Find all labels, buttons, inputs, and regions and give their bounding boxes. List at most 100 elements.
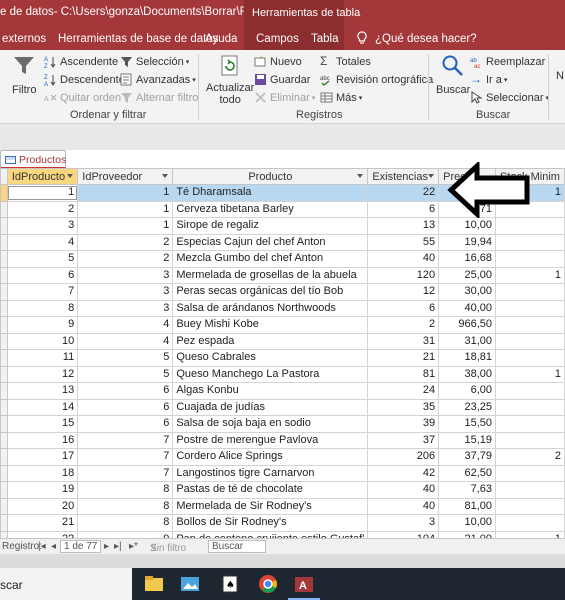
cell-producto[interactable]: Sirope de regaliz [172,217,369,235]
row-selector[interactable] [0,316,8,334]
cell-existencias[interactable]: 120 [367,266,440,284]
chevron-down-icon[interactable] [67,174,74,178]
cell-idproducto[interactable]: 3 [6,217,79,235]
taskbar-search[interactable]: scar [0,568,132,600]
cell-idproveedor[interactable]: 4 [77,316,174,334]
column-header-idproducto[interactable]: IdProducto [6,168,79,185]
cell-idproducto[interactable]: 22 [6,530,79,538]
row-selector[interactable] [0,464,8,482]
table-row[interactable]: 7 3 Peras secas orgánicas del tío Bob 12 30,… [0,283,565,301]
row-selector[interactable] [0,266,8,284]
cell-existencias[interactable]: 40 [367,497,440,515]
cell-idproducto[interactable]: 2 [6,200,79,218]
tab-database-tools[interactable]: Herramientas de base de datos [58,33,218,45]
cell-precio[interactable]: 19,94 [438,233,497,251]
cell-stock-minimo[interactable] [495,316,565,334]
cell-precio[interactable]: 6,00 [438,382,497,400]
table-row[interactable]: 15 6 Salsa de soja baja en sodio 39 15,50 [0,415,565,433]
column-header-existencias[interactable]: Existencias [367,168,440,185]
cell-producto[interactable]: Cerveza tibetana Barley [172,200,369,218]
cell-precio[interactable]: 25,00 [438,266,497,284]
cell-precio[interactable]: 62,50 [438,464,497,482]
chevron-down-icon[interactable] [162,174,169,178]
cell-precio[interactable]: 7,63 [438,481,497,499]
cell-existencias[interactable]: 13 [367,217,440,235]
cell-idproducto[interactable]: 21 [6,514,79,532]
cell-producto[interactable]: Algas Konbu [172,382,369,400]
chevron-down-icon[interactable] [428,174,435,178]
table-row[interactable]: 4 2 Especias Cajun del chef Anton 55 19,94 [0,233,565,251]
first-record-button[interactable]: |◂ [38,541,46,552]
cell-producto[interactable]: Bollos de Sir Rodney's [172,514,369,532]
save-button[interactable]: Guardar [254,73,310,86]
cell-producto[interactable]: Langostinos tigre Carnarvon [172,464,369,482]
cell-idproveedor[interactable]: 1 [77,217,174,235]
cell-producto[interactable]: Postre de merengue Pavlova [172,431,369,449]
totals-button[interactable]: Σ Totales [320,55,371,68]
cell-idproveedor[interactable]: 1 [77,200,174,218]
sort-descending-button[interactable]: ZA Descendente [44,73,125,89]
row-selector[interactable] [0,283,8,301]
cell-existencias[interactable]: 40 [367,481,440,499]
cell-existencias[interactable]: 31 [367,332,440,350]
cell-stock-minimo[interactable] [495,464,565,482]
row-selector[interactable] [0,497,8,515]
filter-button[interactable]: Filtro [12,54,36,96]
advanced-button[interactable]: Avanzadas ▾ [120,73,196,86]
cell-idproveedor[interactable]: 3 [77,266,174,284]
next-record-button[interactable]: ▸ [104,541,109,552]
cell-idproveedor[interactable]: 3 [77,299,174,317]
table-row[interactable]: 20 8 Mermelada de Sir Rodney's 40 81,00 [0,497,565,515]
cell-existencias[interactable]: 104 [367,530,440,538]
access-icon[interactable]: A [288,574,320,600]
cell-stock-minimo[interactable] [495,299,565,317]
cell-producto[interactable]: Mermelada de grosellas de la abuela [172,266,369,284]
cell-idproducto[interactable]: 12 [6,365,79,383]
cell-existencias[interactable]: 37 [367,431,440,449]
column-header-producto[interactable]: Producto [172,168,369,185]
row-selector[interactable] [0,200,8,218]
cell-precio[interactable]: 16,68 [438,250,497,268]
cell-idproveedor[interactable]: 9 [77,530,174,538]
replace-button[interactable]: ab ac Reemplazar [470,55,545,71]
cell-existencias[interactable]: 24 [367,382,440,400]
cell-idproducto[interactable]: 5 [6,250,79,268]
row-selector[interactable] [0,233,8,251]
cell-stock-minimo[interactable] [495,398,565,416]
table-row[interactable]: 8 3 Salsa de arándanos Northwoods 6 40,00 [0,299,565,317]
table-row[interactable]: 11 5 Queso Cabrales 21 18,81 [0,349,565,367]
cell-precio[interactable]: 81,00 [438,497,497,515]
cell-idproveedor[interactable]: 6 [77,382,174,400]
cell-stock-minimo[interactable]: 1 [495,365,565,383]
cell-precio[interactable]: 21,00 [438,530,497,538]
cell-stock-minimo[interactable] [495,514,565,532]
more-button[interactable]: Más ▾ [320,91,362,104]
cell-precio[interactable]: 23,25 [438,398,497,416]
spelling-button[interactable]: abc Revisión ortográfica [320,73,433,86]
cell-idproveedor[interactable]: 8 [77,497,174,515]
cell-producto[interactable]: Salsa de arándanos Northwoods [172,299,369,317]
cell-idproducto[interactable]: 4 [6,233,79,251]
row-selector[interactable] [0,349,8,367]
cell-producto[interactable]: Queso Manchego La Pastora [172,365,369,383]
cell-existencias[interactable]: 21 [367,349,440,367]
cell-precio[interactable]: 38,00 [438,365,497,383]
record-position-field[interactable]: 1 de 77 [60,540,102,553]
lightbulb-icon[interactable] [356,31,368,49]
cell-existencias[interactable]: 2 [367,316,440,334]
cell-precio[interactable]: 15,50 [438,415,497,433]
new-record-button[interactable]: * Nuevo [254,55,302,68]
select-all-corner[interactable] [0,168,8,185]
table-row[interactable]: 16 7 Postre de merengue Pavlova 37 15,19 [0,431,565,449]
cell-precio[interactable]: 10,00 [438,514,497,532]
row-selector[interactable] [0,530,8,538]
new-record-nav-button[interactable]: ▸* [129,541,138,552]
cell-precio[interactable]: 10,00 [438,217,497,235]
cell-stock-minimo[interactable] [495,349,565,367]
row-selector[interactable] [0,514,8,532]
cell-stock-minimo[interactable] [495,283,565,301]
remove-sort-button[interactable]: A Quitar orden [44,91,121,104]
cell-precio[interactable]: 30,00 [438,283,497,301]
cell-stock-minimo[interactable] [495,481,565,499]
file-explorer-icon[interactable] [144,574,164,594]
